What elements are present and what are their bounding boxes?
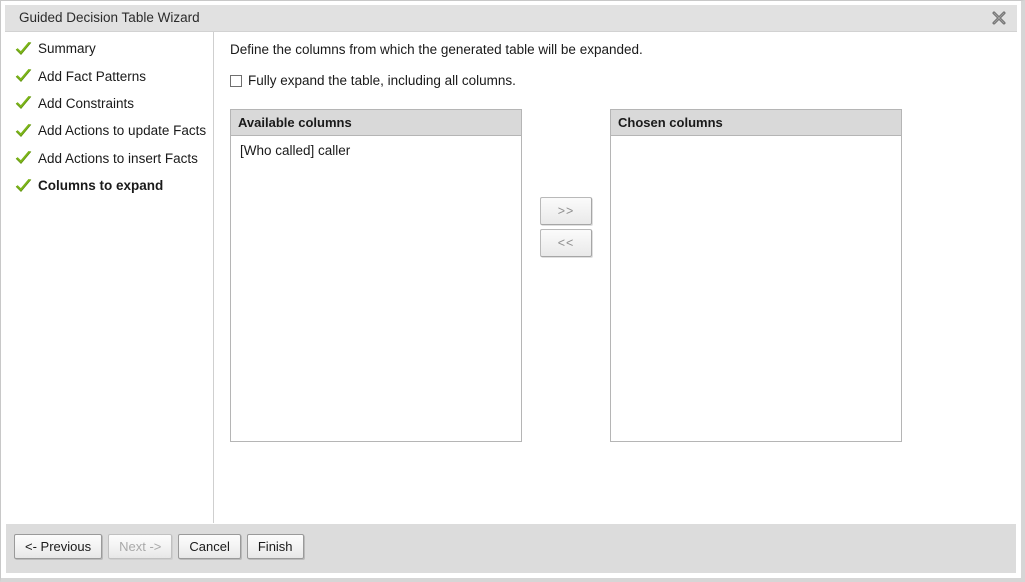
available-columns-header: Available columns	[231, 110, 521, 136]
previous-button[interactable]: <- Previous	[14, 534, 103, 559]
available-columns-body[interactable]: [Who called] caller	[231, 136, 521, 441]
chosen-columns-listbox: Chosen columns	[610, 109, 902, 442]
close-icon[interactable]	[990, 9, 1008, 27]
transfer-buttons-group: >> <<	[540, 197, 592, 261]
check-icon	[15, 96, 32, 111]
sidebar-step-label: Columns to expand	[38, 178, 164, 194]
dialog-footer: <- Previous Next -> Cancel Finish	[6, 523, 1016, 573]
window-titlebar: Guided Decision Table Wizard	[5, 5, 1017, 32]
main-content-panel: Define the columns from which the genera…	[214, 32, 1016, 523]
sidebar-step-label: Add Actions to update Facts	[38, 123, 207, 139]
window-title: Guided Decision Table Wizard	[19, 10, 200, 25]
footer-button-group: <- Previous Next -> Cancel Finish	[14, 534, 310, 559]
fully-expand-label: Fully expand the table, including all co…	[248, 73, 516, 88]
sidebar-step-add-constraints[interactable]: Add Constraints	[6, 90, 213, 117]
move-left-button[interactable]: <<	[540, 229, 592, 257]
fully-expand-checkbox[interactable]	[230, 75, 242, 87]
check-icon	[15, 69, 32, 84]
cancel-button[interactable]: Cancel	[178, 534, 241, 559]
instruction-text: Define the columns from which the genera…	[230, 42, 643, 57]
fully-expand-row: Fully expand the table, including all co…	[230, 73, 516, 88]
sidebar-step-add-actions-insert-facts[interactable]: Add Actions to insert Facts	[6, 145, 213, 172]
chosen-columns-body[interactable]	[611, 136, 901, 441]
sidebar-step-add-fact-patterns[interactable]: Add Fact Patterns	[6, 62, 213, 89]
available-columns-listbox: Available columns [Who called] caller	[230, 109, 522, 442]
sidebar-step-label: Add Fact Patterns	[38, 68, 147, 84]
check-icon	[15, 151, 32, 166]
sidebar-step-label: Add Constraints	[38, 95, 135, 111]
next-button: Next ->	[108, 534, 173, 559]
wizard-window: Guided Decision Table Wizard Summary Add…	[0, 0, 1025, 582]
sidebar-step-summary[interactable]: Summary	[6, 35, 213, 62]
chosen-columns-header: Chosen columns	[611, 110, 901, 136]
sidebar-step-add-actions-update-facts[interactable]: Add Actions to update Facts	[6, 117, 213, 144]
wizard-steps-sidebar: Summary Add Fact Patterns Add Constraint…	[6, 32, 214, 523]
check-icon	[15, 123, 32, 138]
sidebar-step-label: Summary	[38, 41, 96, 57]
finish-button[interactable]: Finish	[246, 534, 304, 559]
sidebar-step-columns-to-expand[interactable]: Columns to expand	[6, 172, 213, 199]
move-right-button[interactable]: >>	[540, 197, 592, 225]
sidebar-step-label: Add Actions to insert Facts	[38, 150, 198, 166]
list-item[interactable]: [Who called] caller	[231, 136, 521, 158]
check-icon	[15, 41, 32, 56]
check-icon	[15, 178, 32, 193]
